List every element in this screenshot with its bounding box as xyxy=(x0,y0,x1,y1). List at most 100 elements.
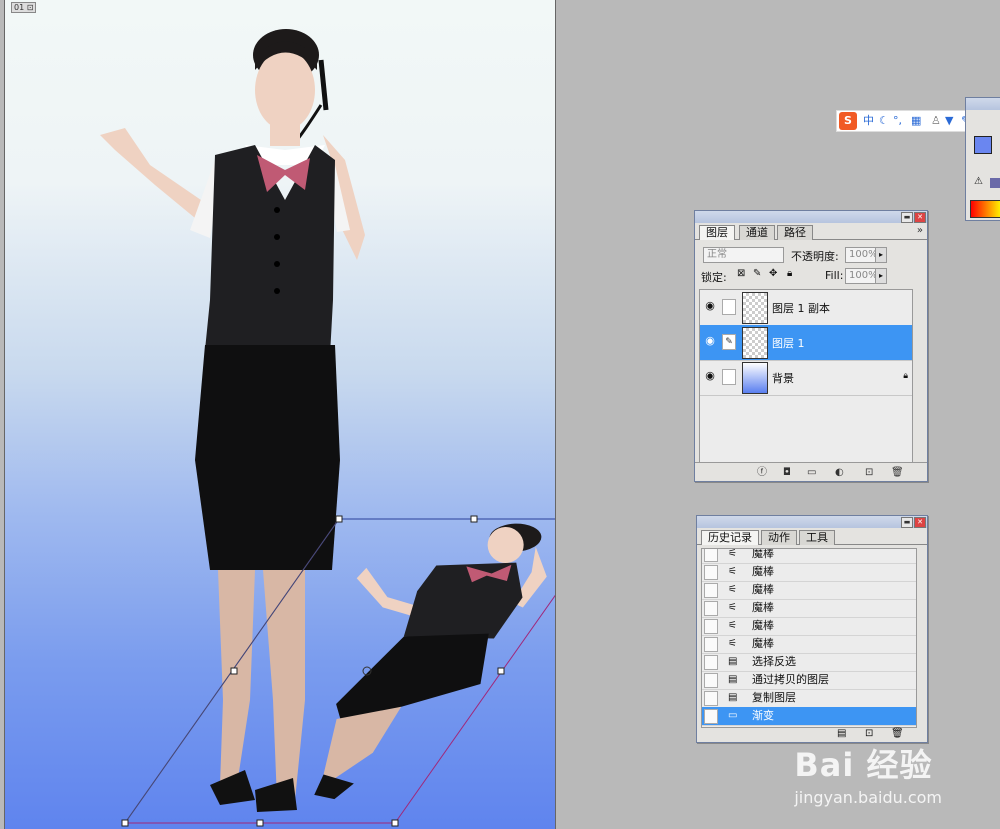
shirt-icon[interactable]: ▼ xyxy=(945,111,953,131)
link-box[interactable] xyxy=(722,299,736,315)
magic-wand-icon: ⚟ xyxy=(728,566,737,577)
minimize-button[interactable]: ▬ xyxy=(901,212,913,223)
history-label: 复制图层 xyxy=(752,691,796,704)
history-source-box[interactable] xyxy=(704,601,718,616)
blend-mode-select[interactable]: 正常 xyxy=(703,247,784,263)
history-item[interactable]: ⚟ 魔棒 xyxy=(702,563,916,582)
history-panel-titlebar[interactable]: ▬ ✕ xyxy=(697,516,927,528)
tab-channels[interactable]: 通道 xyxy=(739,225,775,240)
opacity-input[interactable]: 100% xyxy=(845,247,878,263)
eye-icon[interactable]: ◉ xyxy=(703,299,717,313)
magic-wand-icon: ⚟ xyxy=(728,548,737,559)
history-item[interactable]: ⚟ 魔棒 xyxy=(702,548,916,564)
tab-paths[interactable]: 路径 xyxy=(777,225,813,240)
history-source-box[interactable] xyxy=(704,637,718,652)
tab-history[interactable]: 历史记录 xyxy=(701,530,759,545)
eye-icon[interactable]: ◉ xyxy=(703,334,717,348)
history-label: 魔棒 xyxy=(752,619,774,632)
history-source-box[interactable] xyxy=(704,691,718,706)
new-layer-icon[interactable]: ⊡ xyxy=(865,467,882,478)
history-item[interactable]: ▤ 选择反选 xyxy=(702,653,916,672)
lock-all-icon[interactable]: 🔒︎ xyxy=(787,268,792,279)
history-item[interactable]: ▤ 通过拷贝的图层 xyxy=(702,671,916,690)
adjustment-layer-icon[interactable]: ◐ xyxy=(835,467,853,478)
sogou-logo-icon[interactable]: S xyxy=(839,112,857,130)
history-source-box[interactable] xyxy=(704,619,718,634)
new-group-icon[interactable]: ▭ xyxy=(807,467,825,478)
tab-layers[interactable]: 图层 xyxy=(699,225,735,240)
eye-icon[interactable]: ◉ xyxy=(703,369,717,383)
color-ramp[interactable] xyxy=(970,200,1000,218)
panel-menu-icon[interactable]: » xyxy=(917,225,923,236)
new-document-icon[interactable]: ⊡ xyxy=(865,728,873,739)
history-source-box[interactable] xyxy=(704,549,718,562)
fill-input[interactable]: 100% xyxy=(845,268,878,284)
link-layers-icon[interactable]: ⓕ xyxy=(757,463,776,478)
history-item[interactable]: ▤ 复制图层 xyxy=(702,689,916,708)
history-source-box[interactable] xyxy=(704,709,718,724)
trash-icon[interactable]: 🗑︎ xyxy=(891,728,904,739)
watermark-url: jingyan.baidu.com xyxy=(794,788,942,807)
history-label: 魔棒 xyxy=(752,565,774,578)
tab-tools[interactable]: 工具 xyxy=(799,530,835,545)
layer-thumbnail xyxy=(742,362,768,394)
history-source-box[interactable] xyxy=(704,583,718,598)
layer-name: 图层 1 xyxy=(772,337,805,350)
lock-brush-icon[interactable]: ✎ xyxy=(753,268,761,279)
opacity-arrow-icon[interactable]: ▸ xyxy=(875,247,887,263)
link-box[interactable] xyxy=(722,369,736,385)
magic-wand-icon: ⚟ xyxy=(728,620,737,631)
color-panel-partial[interactable]: ⚠ xyxy=(965,97,1000,221)
close-button[interactable]: ✕ xyxy=(914,517,926,528)
tab-actions[interactable]: 动作 xyxy=(761,530,797,545)
history-source-box[interactable] xyxy=(704,655,718,670)
woman-figure-large xyxy=(100,29,365,812)
snapshot-icon[interactable]: ▤ xyxy=(837,728,846,739)
magic-wand-icon: ⚟ xyxy=(728,584,737,595)
layers-panel-titlebar[interactable]: ▬ ✕ xyxy=(695,211,927,223)
gamut-swatch[interactable] xyxy=(990,178,1000,188)
gamut-warning-icon: ⚠ xyxy=(974,176,983,187)
moon-icon[interactable]: ☾ xyxy=(879,111,889,131)
history-item[interactable]: ⚟ 魔棒 xyxy=(702,599,916,618)
history-panel[interactable]: ▬ ✕ 历史记录 动作 工具 ⚟ 魔棒 ⚟ 魔棒 ⚟ 魔棒 ⚟ 魔棒 ⚟ 魔棒 ⚟ 魔棒 ▤ 选择反选 ▤ 通… xyxy=(696,515,928,743)
history-source-box[interactable] xyxy=(704,673,718,688)
history-label: 通过拷贝的图层 xyxy=(752,673,829,686)
layer-mask-icon[interactable]: ◘ xyxy=(783,467,800,478)
layer-thumbnail xyxy=(742,327,768,359)
fill-label: Fill: xyxy=(825,269,844,282)
layer-row[interactable]: ◉ 图层 1 副本 xyxy=(700,290,912,326)
lock-transparency-icon[interactable]: ⊠ xyxy=(737,268,745,279)
magic-wand-icon: ⚟ xyxy=(728,638,737,649)
ime-toolbar[interactable]: S 中 ☾ °, ▦ ♙ ▼ ✎ xyxy=(836,110,978,132)
history-item[interactable]: ⚟ 魔棒 xyxy=(702,581,916,600)
layer-row[interactable]: ◉ 背景 🔒︎ xyxy=(700,360,912,396)
document-icon: ▤ xyxy=(728,674,738,685)
history-source-box[interactable] xyxy=(704,565,718,580)
layer-row[interactable]: ◉ ✎ 图层 1 xyxy=(700,325,912,361)
history-item[interactable]: ⚟ 魔棒 xyxy=(702,635,916,654)
document-canvas[interactable]: 01 ⊡ xyxy=(4,0,556,829)
minimize-button[interactable]: ▬ xyxy=(901,517,913,528)
ime-mode-label[interactable]: 中 xyxy=(863,111,874,131)
document-icon: ▤ xyxy=(728,656,738,667)
keyboard-icon[interactable]: ▦ xyxy=(911,111,921,131)
user-icon[interactable]: ♙ xyxy=(931,111,941,131)
lock-label: 锁定: xyxy=(701,271,727,284)
document-icon: ▤ xyxy=(728,692,738,703)
history-item[interactable]: ⚟ 魔棒 xyxy=(702,617,916,636)
layers-panel[interactable]: ▬ ✕ 图层 通道 路径 » 正常 不透明度: 100% ▸ 锁定: ⊠ ✎ ✥… xyxy=(694,210,928,482)
history-tabs: 历史记录 动作 工具 xyxy=(697,528,927,545)
history-label: 选择反选 xyxy=(752,655,796,668)
canvas-artwork xyxy=(100,29,555,827)
history-label: 魔棒 xyxy=(752,601,774,614)
fill-arrow-icon[interactable]: ▸ xyxy=(875,268,887,284)
trash-icon[interactable]: 🗑︎ xyxy=(891,467,913,478)
foreground-color-swatch[interactable] xyxy=(974,136,992,154)
history-list: ⚟ 魔棒 ⚟ 魔棒 ⚟ 魔棒 ⚟ 魔棒 ⚟ 魔棒 ⚟ 魔棒 ▤ 选择反选 ▤ 通过拷贝的图层 ▤ 复制图层 ▭ 渐变 xyxy=(701,548,917,728)
lock-move-icon[interactable]: ✥ xyxy=(769,268,777,279)
brush-icon[interactable]: ✎ xyxy=(722,334,736,350)
close-button[interactable]: ✕ xyxy=(914,212,926,223)
history-item[interactable]: ▭ 渐变 xyxy=(702,707,916,726)
punctuation-icon[interactable]: °, xyxy=(893,111,902,131)
